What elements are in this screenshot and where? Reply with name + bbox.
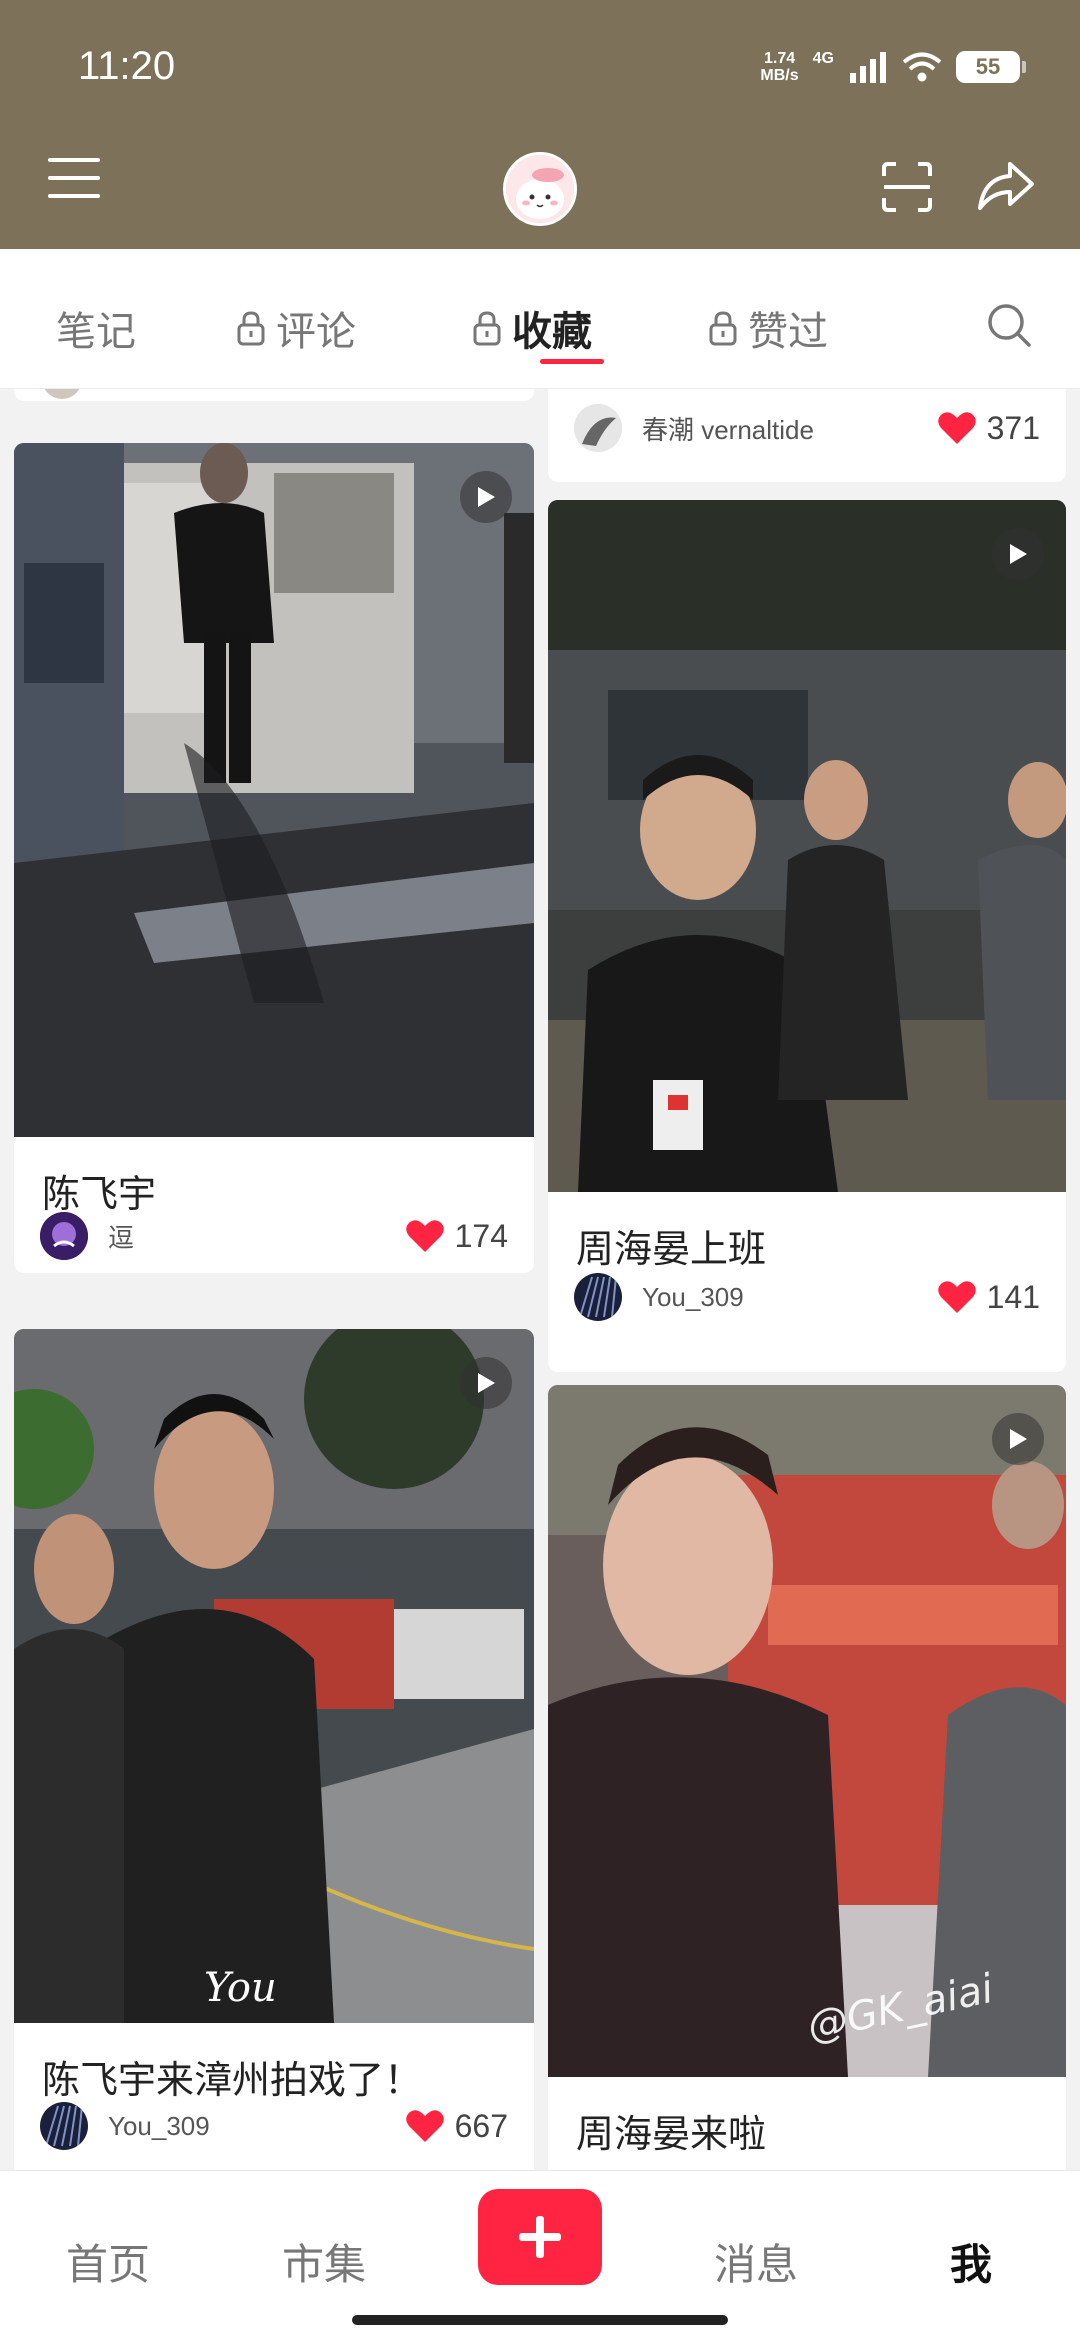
card-title: 陈飞宇来漳州拍戏了！ — [42, 2058, 423, 2102]
author-avatar — [574, 1273, 622, 1321]
cover-image — [548, 500, 1066, 1192]
tab-liked[interactable]: 赞过 — [708, 299, 828, 357]
card-meta: You_309 667 — [40, 2101, 508, 2151]
note-card[interactable]: @GK_aiai 周海晏来啦 — [548, 1385, 1066, 2170]
battery-indicator: 55 — [956, 51, 1026, 83]
active-tab-underline — [540, 359, 604, 364]
cover-image — [14, 443, 534, 1137]
tab-comments[interactable]: 评论 — [236, 299, 356, 357]
like-count[interactable]: 141 — [937, 1279, 1040, 1316]
scan-icon[interactable] — [880, 160, 934, 214]
partial-card[interactable]: 春潮 vernaltide 371 — [548, 389, 1066, 482]
lock-icon — [473, 311, 501, 346]
like-count[interactable]: 371 — [937, 410, 1040, 447]
note-card[interactable]: You 陈飞宇来漳州拍戏了！ You_309 667 — [14, 1329, 534, 2170]
profile-tabs: 笔记 评论 收藏 赞过 — [0, 249, 1080, 389]
avatar-image — [506, 155, 574, 223]
wifi-icon — [902, 52, 942, 82]
author-name[interactable]: You_309 — [642, 1282, 937, 1313]
note-card[interactable]: 周海晏上班 You_309 141 — [548, 500, 1066, 1372]
play-icon — [460, 1357, 512, 1409]
like-count[interactable]: 667 — [405, 2108, 508, 2145]
play-icon — [992, 528, 1044, 580]
heart-icon — [937, 412, 976, 444]
author-name[interactable]: 逗 — [108, 1218, 405, 1255]
search-icon[interactable] — [986, 302, 1032, 348]
card-meta: 春潮 vernaltide 371 — [574, 403, 1040, 453]
like-count[interactable]: 174 — [405, 1218, 508, 1255]
author-avatar — [40, 1212, 88, 1260]
tab-notes[interactable]: 笔记 — [56, 299, 136, 357]
network-type: 4G — [812, 50, 834, 67]
card-title: 周海晏来啦 — [576, 2112, 767, 2156]
tab-favorites[interactable]: 收藏 — [472, 299, 592, 357]
heart-icon — [405, 1220, 444, 1252]
profile-header: 11:20 1.74 MB/s 4G 55 — [0, 0, 1080, 249]
author-avatar — [42, 389, 82, 399]
nav-home[interactable]: 首页 — [66, 2231, 150, 2292]
video-watermark: You — [204, 1965, 277, 2011]
status-time: 11:20 — [78, 44, 176, 88]
author-avatar — [574, 404, 622, 452]
play-icon — [460, 471, 512, 523]
network-speed: 1.74 MB/s — [760, 50, 799, 84]
nav-messages[interactable]: 消息 — [714, 2231, 798, 2292]
share-icon[interactable] — [976, 160, 1036, 214]
play-icon — [992, 1413, 1044, 1465]
card-meta: 逗 174 — [40, 1211, 508, 1261]
home-indicator[interactable] — [352, 2315, 728, 2325]
favorites-feed: 春潮 vernaltide 371 陈飞宇 逗 174 周海晏上班 You_30… — [0, 389, 1080, 2170]
signal-icon — [850, 52, 886, 83]
note-card[interactable]: 陈飞宇 逗 174 — [14, 443, 534, 1273]
author-name[interactable]: You_309 — [108, 2111, 405, 2142]
lock-icon — [709, 311, 737, 346]
bottom-nav: 首页 市集 消息 我 — [0, 2170, 1080, 2339]
nav-me[interactable]: 我 — [950, 2231, 992, 2292]
avatar[interactable] — [503, 152, 577, 226]
author-avatar — [40, 2102, 88, 2150]
card-meta: You_309 141 — [574, 1272, 1040, 1322]
heart-icon — [937, 1281, 976, 1313]
card-title: 周海晏上班 — [576, 1227, 767, 1271]
lock-icon — [237, 311, 265, 346]
heart-icon — [405, 2110, 444, 2142]
cover-image: @GK_aiai — [548, 1385, 1066, 2077]
add-note-button[interactable] — [478, 2189, 602, 2285]
status-icons: 1.74 MB/s 4G 55 — [760, 50, 1026, 84]
partial-card[interactable] — [14, 389, 534, 401]
nav-market[interactable]: 市集 — [282, 2231, 366, 2292]
card-title: 陈飞宇 — [42, 1172, 157, 1216]
plus-icon — [519, 2216, 561, 2258]
cover-image: You — [14, 1329, 534, 2023]
author-name[interactable]: 春潮 vernaltide — [642, 410, 937, 447]
menu-icon[interactable] — [48, 158, 100, 198]
